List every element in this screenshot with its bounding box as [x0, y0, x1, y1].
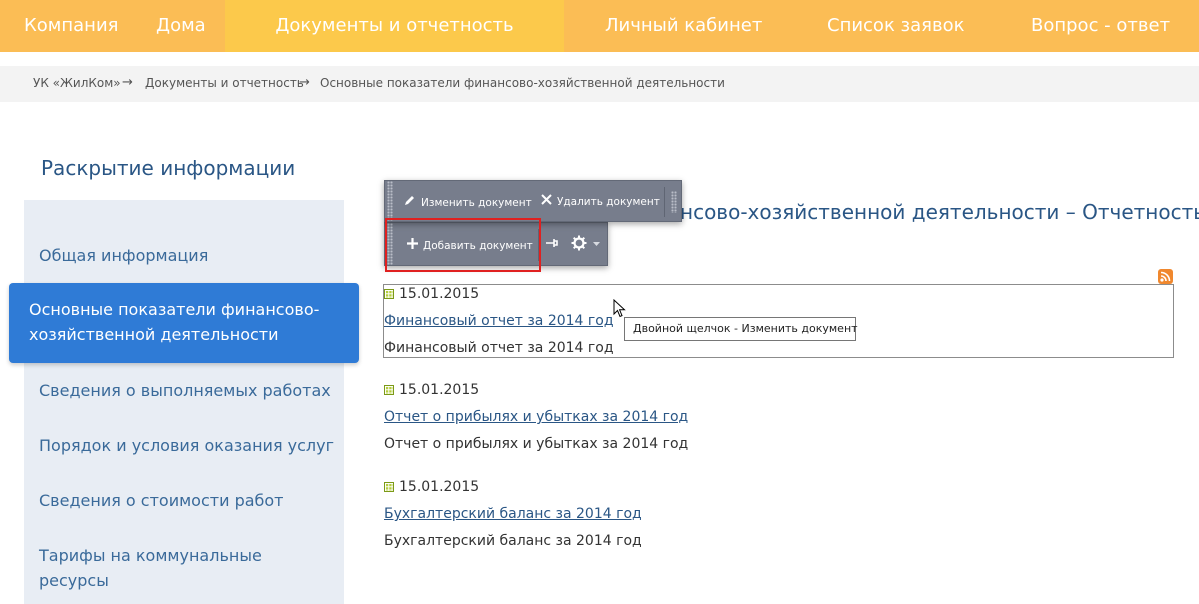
sidebar-item-utility-tariffs[interactable]: Тарифы на коммунальные ресурсы — [39, 543, 319, 593]
document-date-text: 15.01.2015 — [399, 382, 480, 398]
top-navigation: Компания Дома Документы и отчетность Лич… — [0, 0, 1199, 52]
rss-icon[interactable] — [1158, 269, 1173, 284]
edit-toolbar: Изменить документ Удалить документ — [384, 180, 682, 222]
document-link[interactable]: Бухгалтерский баланс за 2014 год — [384, 506, 642, 522]
sidebar-item-works-info[interactable]: Сведения о выполняемых работах — [39, 378, 331, 403]
document-link[interactable]: Финансовый отчет за 2014 год — [384, 313, 614, 329]
settings-button[interactable] — [571, 235, 587, 254]
pencil-icon — [403, 194, 417, 209]
edit-document-button[interactable]: Изменить документ — [403, 194, 532, 209]
document-description: Отчет о прибылях и убытках за 2014 год — [384, 436, 689, 452]
sidebar-item-works-cost[interactable]: Сведения о стоимости работ — [39, 488, 284, 513]
toolbar-divider — [664, 187, 665, 217]
calendar-icon — [384, 385, 394, 395]
nav-item-documents[interactable]: Документы и отчетность — [225, 0, 564, 52]
highlight-frame — [385, 218, 541, 272]
breadcrumb-current: Основные показатели финансово-хозяйствен… — [320, 76, 725, 90]
sidebar-item-general-info[interactable]: Общая информация — [39, 243, 208, 268]
sidebar-title: Раскрытие информации — [41, 156, 296, 180]
delete-document-button[interactable]: Удалить документ — [539, 194, 660, 208]
sidebar-item-label: Основные показатели финансово-хозяйствен… — [29, 300, 320, 344]
breadcrumb: УК «ЖилКом» → Документы и отчетность → О… — [0, 66, 1199, 102]
nav-item-personal-account[interactable]: Личный кабинет — [605, 0, 762, 52]
breadcrumb-documents-link[interactable]: Документы и отчетность — [145, 76, 304, 90]
toolbar-resize-handle[interactable] — [671, 191, 677, 213]
document-description: Финансовый отчет за 2014 год — [384, 340, 614, 356]
calendar-icon — [384, 482, 394, 492]
breadcrumb-home-link[interactable]: УК «ЖилКом» — [33, 76, 121, 90]
mouse-cursor-icon — [613, 298, 626, 323]
document-date: 15.01.2015 — [384, 382, 479, 398]
breadcrumb-separator: → — [122, 75, 133, 90]
nav-item-faq[interactable]: Вопрос - ответ — [1031, 0, 1170, 52]
gear-icon — [571, 235, 587, 254]
nav-item-company[interactable]: Компания — [24, 0, 118, 52]
nav-item-houses[interactable]: Дома — [156, 0, 206, 52]
delete-document-label: Удалить документ — [557, 196, 660, 208]
document-description: Бухгалтерский баланс за 2014 год — [384, 533, 642, 549]
document-date: 15.01.2015 — [384, 479, 479, 495]
pin-icon — [545, 239, 559, 252]
breadcrumb-separator: → — [299, 75, 310, 90]
page: Компания Дома Документы и отчетность Лич… — [0, 0, 1199, 604]
dropdown-arrow-icon — [593, 238, 600, 250]
page-title: нсово-хозяйственной деятельности – Отчет… — [680, 200, 1199, 224]
cross-icon — [539, 194, 553, 208]
calendar-icon — [384, 289, 394, 299]
settings-dropdown-button[interactable] — [593, 238, 600, 250]
tooltip: Двойной щелчок - Изменить документ — [624, 317, 858, 341]
sidebar-item-financial-indicators[interactable]: Основные показатели финансово-хозяйствен… — [9, 283, 359, 363]
document-date: 15.01.2015 — [384, 286, 479, 302]
document-date-text: 15.01.2015 — [399, 479, 480, 495]
pin-button[interactable] — [545, 237, 559, 252]
document-link[interactable]: Отчет о прибылях и убытках за 2014 год — [384, 409, 688, 425]
document-date-text: 15.01.2015 — [399, 286, 480, 302]
sidebar-item-service-terms[interactable]: Порядок и условия оказания услуг — [39, 433, 334, 458]
toolbar-drag-handle[interactable] — [387, 181, 393, 221]
edit-document-label: Изменить документ — [421, 197, 532, 209]
nav-item-requests[interactable]: Список заявок — [827, 0, 964, 52]
